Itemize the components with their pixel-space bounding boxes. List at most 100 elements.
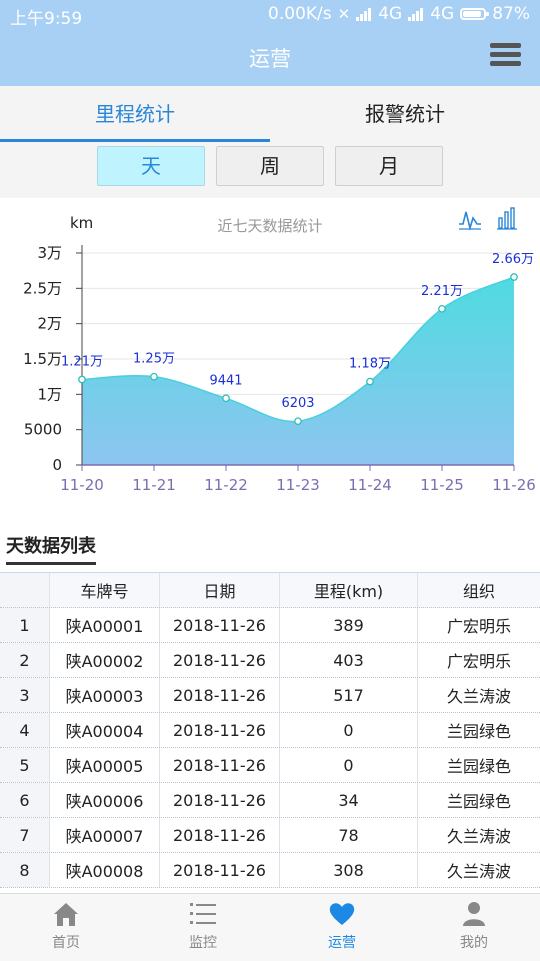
data-point	[222, 394, 230, 403]
status-indicators: 0.00K/s ✕ 4G 4G 87%	[268, 4, 530, 24]
y-tick-label: 1万	[37, 385, 62, 403]
bar-chart-icon[interactable]	[497, 207, 517, 230]
x-tick-label: 11-24	[348, 476, 392, 494]
table-cell: 兰园绿色	[446, 722, 511, 741]
table-cell: 2018-11-26	[160, 643, 280, 677]
y-tick-label: 2万	[37, 315, 62, 333]
signal-icon-2	[408, 7, 424, 21]
table-cell: 陕A00002	[50, 643, 160, 677]
table-cell: 2018-11-26	[160, 608, 280, 642]
table-cell: 陕A00007	[50, 818, 160, 852]
data-point	[294, 417, 302, 426]
x-tick-label: 11-25	[420, 476, 464, 494]
table-cell: 6	[0, 783, 50, 817]
y-tick-label: 1.5万	[23, 350, 62, 368]
table-row[interactable]: 7 陕A00007 2018-11-26 78 久兰涛波	[0, 818, 540, 853]
table-row[interactable]: 3 陕A00003 2018-11-26 517 久兰涛波	[0, 678, 540, 713]
table-cell: 2018-11-26	[160, 853, 280, 887]
data-point	[78, 375, 86, 384]
nav-label: 监控	[189, 935, 217, 951]
table-cell: 0	[280, 748, 418, 782]
table-cell: 78	[280, 818, 418, 852]
table-row[interactable]: 5 陕A00005 2018-11-26 0 兰园绿色	[0, 748, 540, 783]
table-cell: 2018-11-26	[160, 748, 280, 782]
table-cell: 308	[280, 853, 418, 887]
table-cell: 2018-11-26	[160, 783, 280, 817]
list-icon	[190, 903, 216, 924]
table-cell: 陕A00005	[50, 748, 160, 782]
table-cell: 兰园绿色	[446, 757, 511, 776]
column-header	[0, 573, 50, 607]
column-header: 里程(km)	[280, 573, 418, 607]
column-header: 车牌号	[50, 573, 160, 607]
app-header: 运营	[0, 30, 540, 86]
table-cell: 403	[280, 643, 418, 677]
x-tick-label: 11-22	[204, 476, 248, 494]
table-cell: 4	[0, 713, 50, 747]
data-label: 6203	[281, 396, 314, 411]
table-cell: 2018-11-26	[160, 818, 280, 852]
battery-level: 87%	[492, 4, 530, 24]
table-cell: 广宏明乐	[446, 652, 511, 671]
table-cell: 陕A00001	[50, 608, 160, 642]
home-icon	[54, 903, 78, 926]
data-table: 车牌号 日期 里程(km) 组织 1 陕A00001 2018-11-26 389 广宏明乐 2 陕…	[0, 572, 540, 888]
period-week-button[interactable]: 周	[216, 146, 324, 186]
table-row[interactable]: 6 陕A00006 2018-11-26 34 兰园绿色	[0, 783, 540, 818]
mute-icon: ✕	[337, 5, 351, 23]
line-chart-icon[interactable]	[459, 211, 481, 232]
tab-alarm-stats[interactable]: 报警统计	[270, 86, 540, 142]
data-label: 1.18万	[349, 357, 391, 372]
y-tick-label: 3万	[37, 244, 62, 262]
battery-icon	[460, 8, 490, 20]
table-cell: 1	[0, 608, 50, 642]
table-cell: 0	[280, 713, 418, 747]
table-cell: 陕A00003	[50, 678, 160, 712]
table-cell: 3	[0, 678, 50, 712]
y-tick-label: 2.5万	[23, 279, 62, 297]
nav-item-home[interactable]: 首页	[26, 900, 106, 952]
nav-label: 我的	[460, 935, 488, 951]
nav-item-me[interactable]: 我的	[434, 900, 514, 952]
table-cell: 广宏明乐	[446, 617, 511, 636]
data-label: 2.66万	[492, 252, 534, 267]
tab-mileage-stats[interactable]: 里程统计	[0, 86, 270, 142]
data-label: 2.21万	[421, 284, 463, 299]
series-area	[82, 277, 514, 465]
nav-label: 首页	[52, 935, 80, 951]
table-row[interactable]: 8 陕A00008 2018-11-26 308 久兰涛波	[0, 853, 540, 888]
data-point	[438, 304, 446, 313]
page-title: 运营	[249, 47, 291, 71]
mileage-chart: km 近七天数据统计 0 5000 1万 1.5万 2万 2.5万 3万 11-20 11-21…	[0, 198, 540, 498]
status-time: 上午9:59	[10, 9, 83, 29]
table-cell: 久兰涛波	[446, 827, 511, 846]
y-axis-unit: km	[70, 214, 93, 232]
period-selector: 天 周 月	[0, 142, 540, 198]
y-tick-label: 0	[52, 456, 62, 474]
table-cell: 陕A00004	[50, 713, 160, 747]
period-day-button[interactable]: 天	[97, 146, 205, 186]
table-cell: 久兰涛波	[446, 687, 511, 706]
signal-icon	[356, 7, 372, 21]
period-month-button[interactable]: 月	[335, 146, 443, 186]
column-header: 日期	[160, 573, 280, 607]
table-cell: 2018-11-26	[160, 678, 280, 712]
table-cell: 陕A00006	[50, 783, 160, 817]
user-icon	[463, 902, 485, 926]
nav-item-operations[interactable]: 运营	[302, 900, 382, 952]
table-row[interactable]: 4 陕A00004 2018-11-26 0 兰园绿色	[0, 713, 540, 748]
x-tick-label: 11-23	[276, 476, 320, 494]
nav-item-monitor[interactable]: 监控	[163, 900, 243, 952]
y-tick-label: 5000	[24, 421, 62, 439]
table-cell: 5	[0, 748, 50, 782]
table-row[interactable]: 2 陕A00002 2018-11-26 403 广宏明乐	[0, 643, 540, 678]
network-type-1: 4G	[378, 4, 403, 24]
menu-icon[interactable]	[488, 40, 522, 74]
chart-svg: km 近七天数据统计 0 5000 1万 1.5万 2万 2.5万 3万 11-20 11-21…	[23, 207, 536, 494]
table-row[interactable]: 1 陕A00001 2018-11-26 389 广宏明乐	[0, 608, 540, 643]
chart-title: 近七天数据统计	[217, 217, 322, 235]
data-point	[510, 273, 518, 281]
data-point	[150, 372, 158, 381]
section-title: 天数据列表	[6, 532, 96, 565]
table-cell: 久兰涛波	[446, 862, 511, 881]
